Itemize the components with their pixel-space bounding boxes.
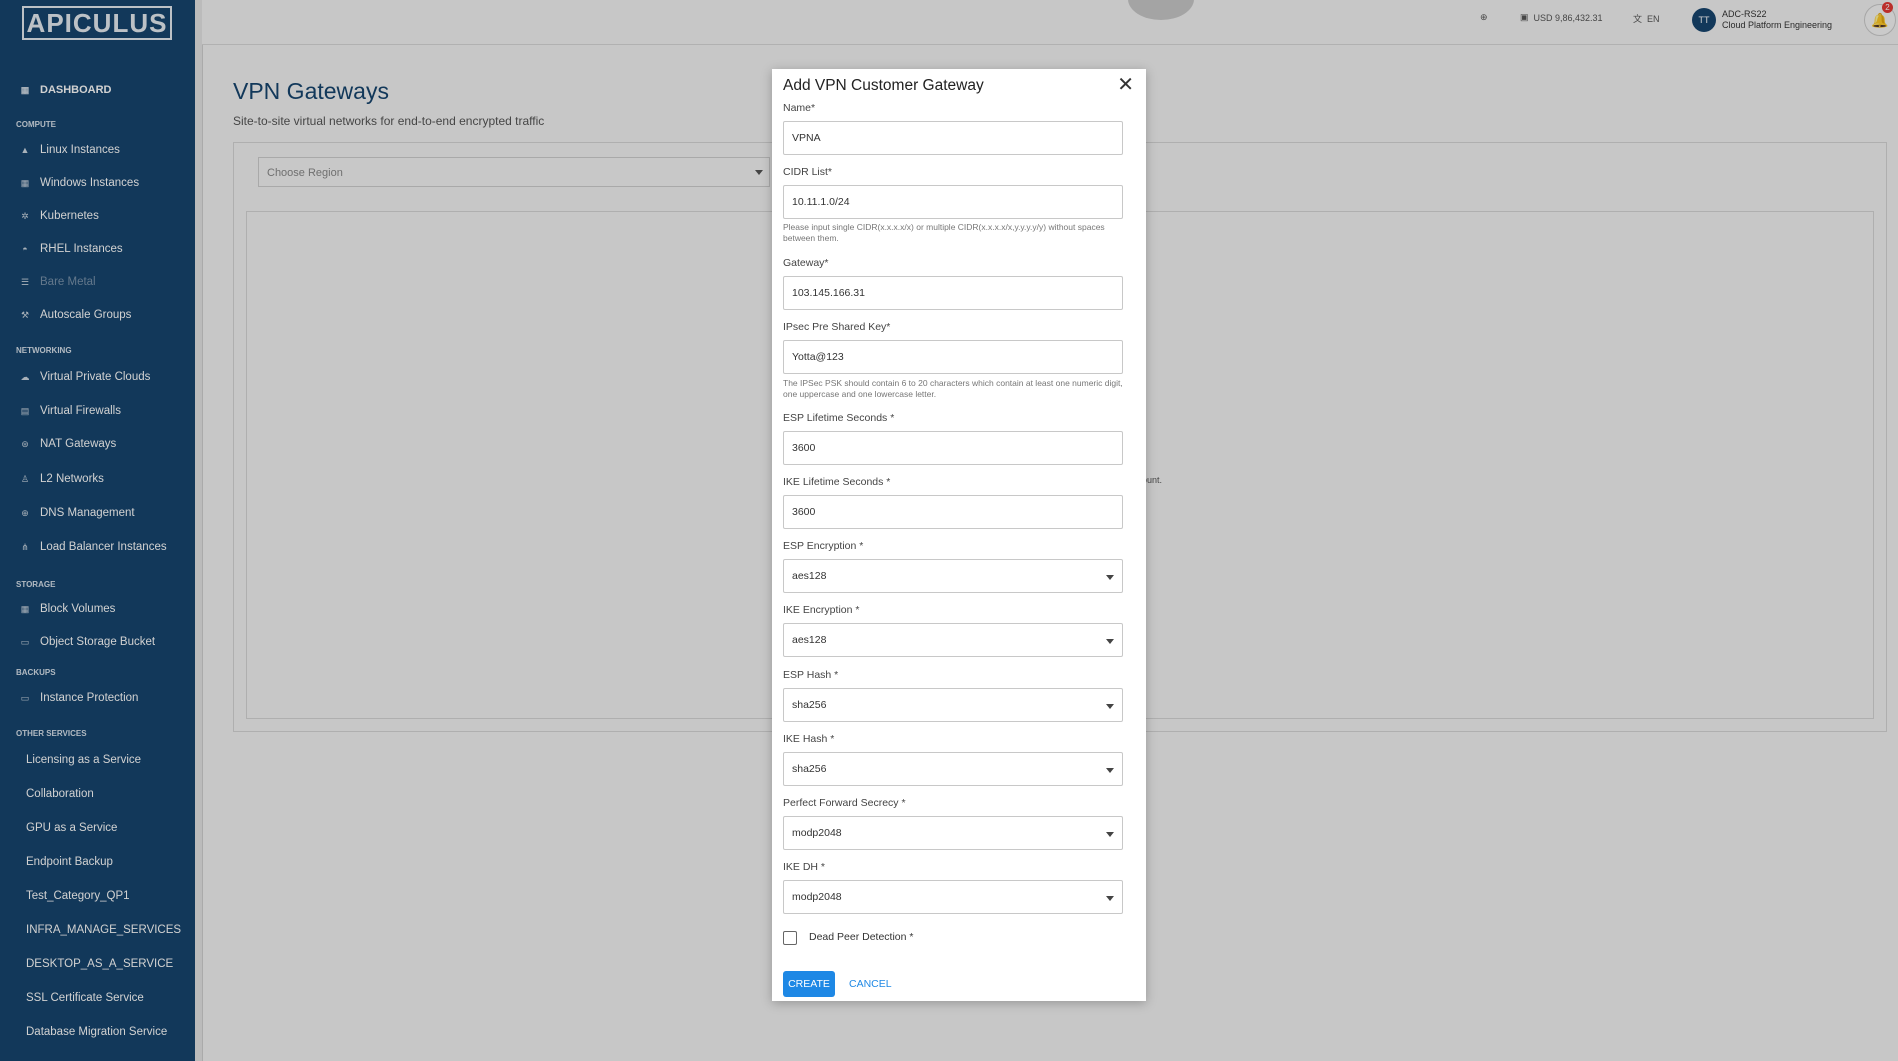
gateway-label: Gateway* — [783, 257, 829, 269]
ike-dh-select[interactable]: modp2048 — [783, 880, 1123, 914]
ike-dh-value: modp2048 — [792, 891, 842, 903]
ike-encryption-label: IKE Encryption * — [783, 604, 860, 616]
esp-encryption-label: ESP Encryption * — [783, 540, 864, 552]
name-label: Name* — [783, 102, 816, 114]
pfs-select[interactable]: modp2048 — [783, 816, 1123, 850]
esp-hash-value: sha256 — [792, 699, 827, 711]
ike-hash-select[interactable]: sha256 — [783, 752, 1123, 786]
dead-peer-detection-checkbox[interactable] — [783, 931, 797, 945]
chevron-down-icon — [1106, 832, 1114, 837]
chevron-down-icon — [1106, 575, 1114, 580]
ike-encryption-select[interactable]: aes128 — [783, 623, 1123, 657]
psk-label: IPsec Pre Shared Key* — [783, 321, 891, 333]
cidr-hint: Please input single CIDR(x.x.x.x/x) or m… — [783, 222, 1105, 243]
name-input[interactable]: VPNA — [783, 121, 1123, 155]
ike-encryption-value: aes128 — [792, 634, 827, 646]
close-icon[interactable]: ✕ — [1117, 75, 1134, 95]
chevron-down-icon — [1106, 768, 1114, 773]
esp-hash-select[interactable]: sha256 — [783, 688, 1123, 722]
gateway-input[interactable]: 103.145.166.31 — [783, 276, 1123, 310]
psk-input[interactable]: Yotta@123 — [783, 340, 1123, 374]
pfs-label: Perfect Forward Secrecy * — [783, 797, 906, 809]
ike-lifetime-label: IKE Lifetime Seconds * — [783, 476, 891, 488]
ike-lifetime-input[interactable]: 3600 — [783, 495, 1123, 529]
chevron-down-icon — [1106, 704, 1114, 709]
cidr-label: CIDR List* — [783, 166, 833, 178]
cidr-input[interactable]: 10.11.1.0/24 — [783, 185, 1123, 219]
add-vpn-customer-gateway-dialog: Add VPN Customer Gateway ✕ Name* VPNA CI… — [772, 69, 1146, 1001]
ike-hash-label: IKE Hash * — [783, 733, 835, 745]
esp-encryption-value: aes128 — [792, 570, 827, 582]
pfs-value: modp2048 — [792, 827, 842, 839]
esp-lifetime-label: ESP Lifetime Seconds * — [783, 412, 895, 424]
ike-hash-value: sha256 — [792, 763, 827, 775]
psk-hint: The IPSec PSK should contain 6 to 20 cha… — [783, 378, 1123, 399]
ike-dh-label: IKE DH * — [783, 861, 826, 873]
dead-peer-detection-label[interactable]: Dead Peer Detection * — [809, 931, 913, 943]
create-button[interactable]: CREATE — [783, 971, 835, 997]
chevron-down-icon — [1106, 639, 1114, 644]
esp-hash-label: ESP Hash * — [783, 669, 839, 681]
esp-lifetime-input[interactable]: 3600 — [783, 431, 1123, 465]
chevron-down-icon — [1106, 896, 1114, 901]
cancel-button[interactable]: CANCEL — [849, 971, 892, 997]
dialog-title: Add VPN Customer Gateway — [783, 77, 984, 94]
esp-encryption-select[interactable]: aes128 — [783, 559, 1123, 593]
